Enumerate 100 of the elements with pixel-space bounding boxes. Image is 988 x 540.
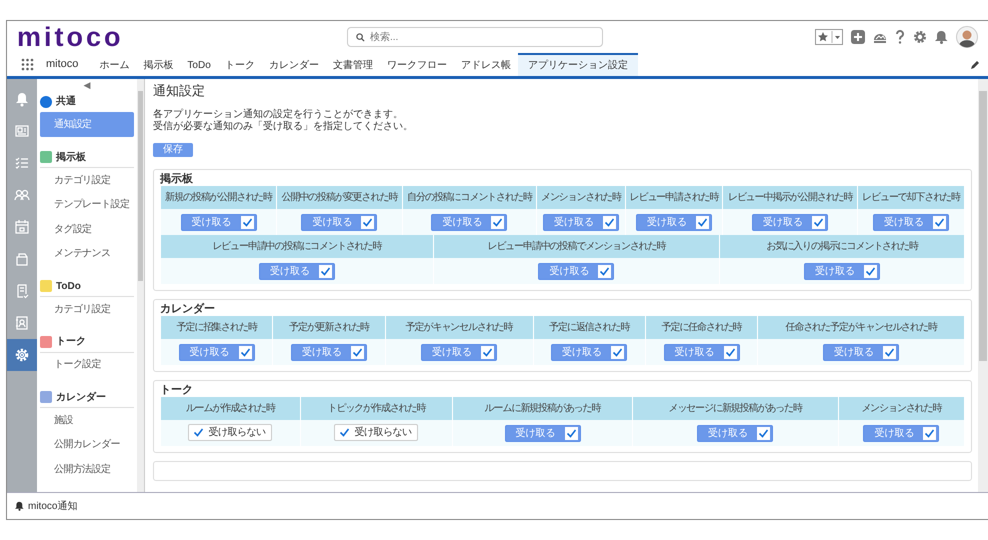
address-book-icon bbox=[14, 315, 30, 331]
receive-toggle[interactable]: 受け取る bbox=[258, 262, 335, 280]
section-title: 共通 bbox=[56, 94, 76, 109]
checkbox[interactable] bbox=[338, 426, 352, 438]
description-text: 受信が必要な通知のみ「受け取る」を指定してください。 bbox=[153, 121, 414, 133]
sidebar-item[interactable]: 施設 bbox=[40, 408, 134, 432]
nav-tab[interactable]: 文書管理 bbox=[326, 53, 380, 76]
receive-toggle[interactable]: 受け取らない bbox=[334, 424, 418, 440]
column-header: 予定がキャンセルされた時 bbox=[386, 316, 532, 339]
panel-title: カレンダー bbox=[160, 302, 216, 316]
avatar[interactable] bbox=[956, 26, 978, 48]
receive-toggle[interactable]: 受け取らない bbox=[188, 424, 272, 440]
favorites-icon[interactable] bbox=[815, 29, 843, 45]
nav-tab[interactable]: カレンダー bbox=[262, 53, 326, 76]
column-header: メンションされた時 bbox=[838, 397, 964, 420]
receive-toggle[interactable]: 受け取る bbox=[752, 214, 828, 230]
checkbox[interactable] bbox=[192, 426, 206, 438]
checkbox[interactable] bbox=[923, 426, 936, 440]
sidebar-item[interactable]: トーク設定 bbox=[40, 352, 134, 377]
nav-tab[interactable]: 掲示板 bbox=[136, 53, 180, 76]
receive-toggle[interactable]: 受け取る bbox=[291, 344, 368, 360]
column-header: 予定が更新された時 bbox=[273, 316, 385, 339]
checkbox[interactable] bbox=[602, 216, 616, 228]
receive-toggle[interactable]: 受け取る bbox=[664, 344, 740, 360]
notification-bar-label[interactable]: mitoco通知 bbox=[28, 498, 78, 514]
search-field[interactable]: 検索... bbox=[347, 27, 603, 47]
panel-title: 掲示板 bbox=[160, 172, 194, 186]
receive-toggle[interactable]: 受け取る bbox=[504, 424, 581, 442]
save-button[interactable]: 保存 bbox=[153, 143, 193, 157]
nav-tab[interactable]: アプリケーション設定 bbox=[518, 53, 638, 76]
section-title: 掲示板 bbox=[56, 150, 86, 164]
nav-tab[interactable]: ToDo bbox=[180, 53, 218, 76]
receive-toggle[interactable]: 受け取る bbox=[431, 214, 508, 230]
receive-toggle[interactable]: 受け取る bbox=[804, 262, 880, 280]
checkbox[interactable] bbox=[696, 216, 710, 228]
checkbox[interactable] bbox=[361, 216, 374, 228]
checkbox[interactable] bbox=[351, 346, 364, 358]
checkbox[interactable] bbox=[812, 216, 826, 228]
column-header: 任命された予定がキャンセルされた時 bbox=[758, 316, 964, 339]
notifications-icon[interactable] bbox=[935, 30, 948, 44]
bell-icon bbox=[14, 91, 30, 107]
help-icon[interactable] bbox=[895, 30, 905, 44]
checkbox[interactable] bbox=[481, 346, 494, 358]
receive-toggle[interactable]: 受け取る bbox=[863, 424, 940, 442]
column-header: レビューで却下された時 bbox=[858, 186, 964, 209]
column-header: レビュー申請中の投稿にコメントされた時 bbox=[161, 235, 433, 258]
people-icon bbox=[14, 187, 30, 203]
receive-toggle[interactable]: 受け取る bbox=[636, 214, 712, 230]
section-title: ToDo bbox=[56, 280, 81, 294]
receive-toggle[interactable]: 受け取る bbox=[823, 344, 900, 360]
nav-tab[interactable]: ホーム bbox=[92, 53, 136, 76]
bell-icon bbox=[15, 501, 24, 511]
edit-icon[interactable] bbox=[970, 60, 980, 70]
receive-toggle[interactable]: 受け取る bbox=[542, 214, 619, 230]
nav-tab[interactable]: ワークフロー bbox=[380, 53, 454, 76]
checkbox[interactable] bbox=[883, 346, 896, 358]
checkbox[interactable] bbox=[611, 346, 624, 358]
receive-toggle[interactable]: 受け取る bbox=[538, 262, 614, 280]
nav-tab[interactable]: アドレス帳 bbox=[454, 53, 518, 76]
receive-toggle[interactable]: 受け取る bbox=[697, 424, 774, 442]
checklist-icon bbox=[14, 155, 30, 171]
checkbox[interactable] bbox=[491, 216, 504, 228]
collapse-arrow[interactable]: ◀ bbox=[40, 79, 134, 91]
sidebar-item[interactable]: 公開方法設定 bbox=[40, 457, 134, 482]
sidebar-item[interactable]: カテゴリ設定 bbox=[40, 297, 134, 322]
scrollbar[interactable] bbox=[978, 79, 988, 492]
column-header: 公開中の投稿が変更された時 bbox=[277, 186, 402, 209]
sidebar-item[interactable]: カテゴリ設定 bbox=[40, 168, 134, 192]
checkbox[interactable] bbox=[933, 216, 946, 228]
settings-icon[interactable] bbox=[913, 30, 927, 44]
scrollbar[interactable] bbox=[137, 79, 144, 492]
checkbox[interactable] bbox=[564, 426, 578, 440]
receive-toggle[interactable]: 受け取る bbox=[421, 344, 498, 360]
checkbox[interactable] bbox=[724, 346, 737, 358]
checkbox[interactable] bbox=[318, 264, 332, 278]
checkbox[interactable] bbox=[240, 216, 254, 228]
column-header: 自分の投稿にコメントされた時 bbox=[402, 186, 536, 209]
sidebar-item[interactable]: タグ設定 bbox=[40, 217, 134, 242]
receive-toggle[interactable]: 受け取る bbox=[551, 344, 628, 360]
sidebar-item[interactable]: 公開カレンダー bbox=[40, 432, 134, 457]
receive-toggle[interactable]: 受け取る bbox=[178, 344, 255, 360]
checkbox[interactable] bbox=[238, 346, 252, 358]
column-header: 新規の投稿が公開された時 bbox=[161, 186, 276, 209]
add-icon[interactable] bbox=[851, 30, 865, 44]
checkbox[interactable] bbox=[598, 264, 612, 278]
nav-tab[interactable]: トーク bbox=[218, 53, 262, 76]
section-title: カレンダー bbox=[56, 390, 106, 404]
checkbox[interactable] bbox=[864, 264, 878, 278]
checkbox[interactable] bbox=[757, 426, 770, 440]
app-launcher-icon[interactable] bbox=[21, 58, 34, 71]
receive-toggle[interactable]: 受け取る bbox=[180, 214, 257, 230]
column-header: レビュー申請中の投稿でメンションされた時 bbox=[434, 235, 720, 258]
receive-toggle[interactable]: 受け取る bbox=[301, 214, 378, 230]
sidebar-item[interactable]: テンプレート設定 bbox=[40, 192, 134, 217]
column-header: ルームに新規投稿があった時 bbox=[453, 397, 632, 420]
sidebar-item[interactable]: 通知設定 bbox=[40, 112, 134, 137]
sidebar-item[interactable]: メンテナンス bbox=[40, 242, 134, 266]
receive-toggle[interactable]: 受け取る bbox=[873, 214, 950, 230]
column-header: メンションされた時 bbox=[537, 186, 625, 209]
column-header: 予定に任命された時 bbox=[646, 316, 758, 339]
